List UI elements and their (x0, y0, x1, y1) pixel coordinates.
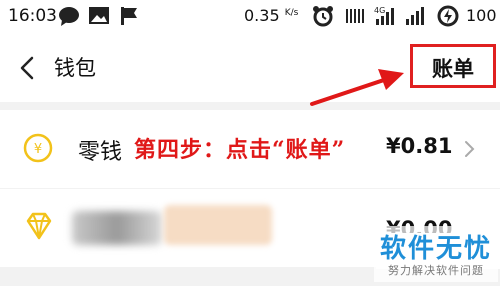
signal-4g-icon: 4G (374, 6, 394, 25)
back-arrow-icon[interactable] (14, 48, 42, 88)
balance-amount: ¥0.81 (386, 134, 453, 158)
image-notification-icon (89, 7, 109, 24)
svg-text:¥: ¥ (34, 142, 42, 157)
status-time: 16:03 (8, 6, 57, 26)
page-title: 钱包 (54, 56, 96, 80)
blurred-label (72, 211, 162, 245)
yuan-coin-icon: ¥ (23, 133, 53, 163)
battery-percent: 100 (466, 6, 497, 25)
status-bar: 16:03 0.35 K/s 4G 100 (0, 0, 500, 34)
watermark-subtitle: 努力解决软件问题 (388, 264, 484, 277)
flag-notification-icon (121, 7, 137, 25)
battery-icon (437, 5, 459, 27)
bill-button-label: 账单 (432, 57, 474, 81)
alarm-clock-icon (313, 6, 333, 27)
watermark: 软件无忧 努力解决软件问题 (374, 226, 498, 282)
chevron-right-icon (465, 141, 475, 157)
svg-text:4G: 4G (374, 6, 385, 15)
network-speed: 0.35 K/s (244, 6, 299, 25)
list-item-label: 零钱 (78, 140, 123, 165)
diamond-icon (26, 212, 52, 240)
step-annotation: 第四步：点击“账单” (134, 137, 346, 163)
signal-strength-icon (406, 7, 424, 25)
list-item-change[interactable]: ¥ 零钱 第四步：点击“账单” ¥0.81 (0, 110, 500, 188)
nav-bar: 钱包 账单 (0, 34, 500, 102)
blurred-label-tag (164, 205, 272, 245)
watermark-title: 软件无忧 (379, 234, 492, 264)
vibrate-icon (346, 9, 364, 23)
bill-button[interactable]: 账单 (410, 44, 496, 88)
chat-notification-icon (59, 7, 79, 26)
